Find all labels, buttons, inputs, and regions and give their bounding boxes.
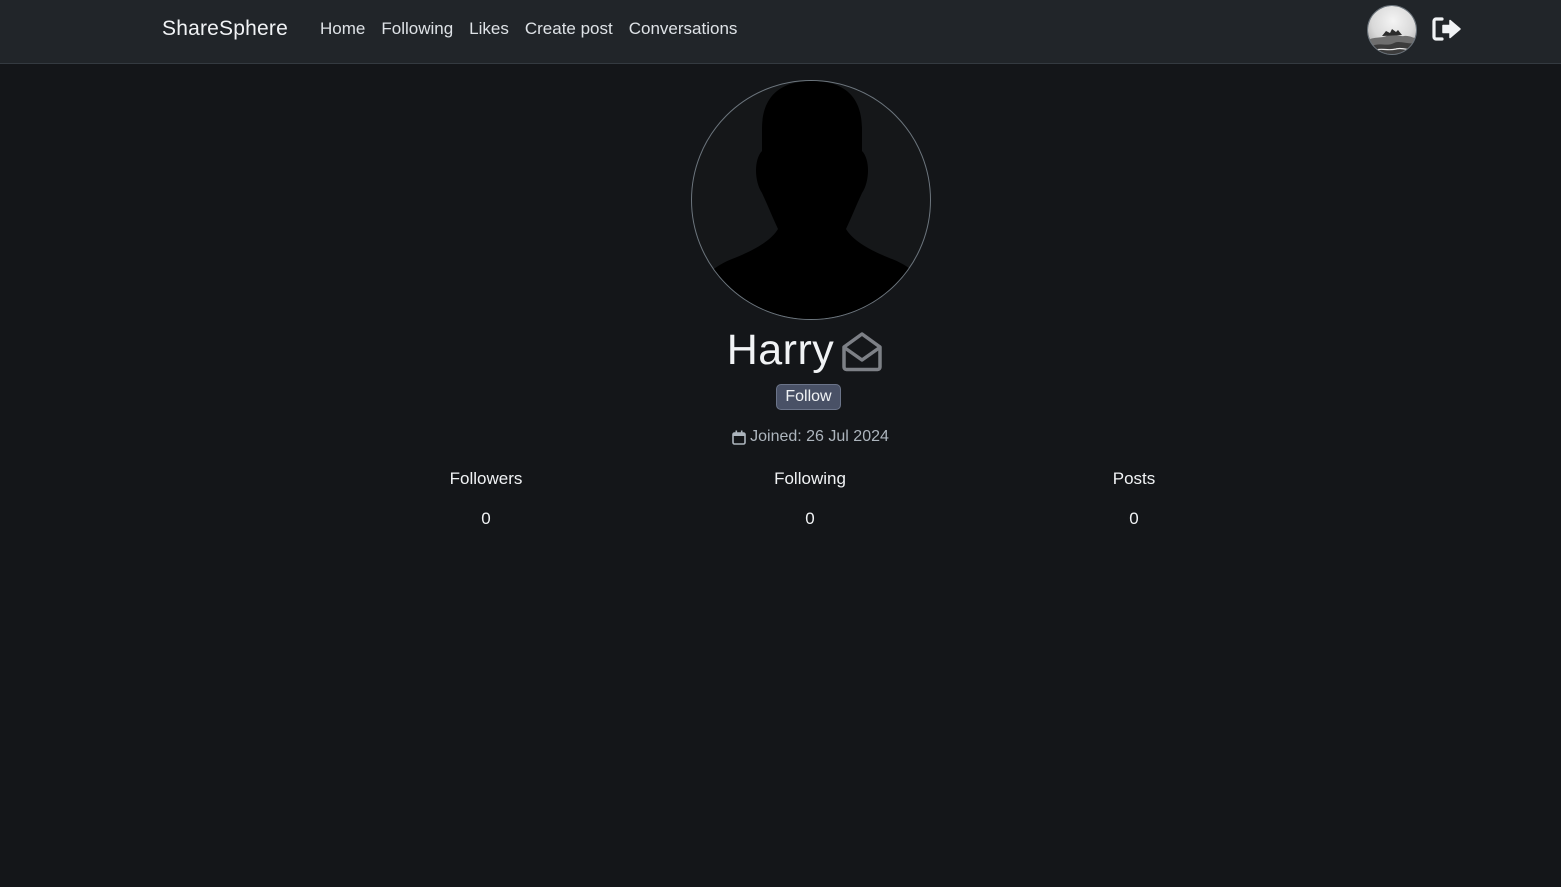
joined-date-text: Joined: 26 Jul 2024 — [750, 428, 889, 445]
brand-logo-link[interactable]: ShareSphere — [162, 17, 288, 41]
joined-date-group: Joined: 26 Jul 2024 — [732, 428, 889, 446]
stat-value: 0 — [1129, 509, 1139, 528]
profile-name: Harry — [726, 326, 835, 374]
top-navbar: ShareSphere Home Following Likes Create … — [0, 0, 1561, 64]
nav-link-likes[interactable]: Likes — [469, 19, 509, 39]
stat-posts[interactable]: Posts 0 — [1034, 468, 1234, 530]
calendar-icon — [732, 430, 746, 445]
stat-following[interactable]: Following 0 — [710, 468, 910, 530]
nav-link-conversations[interactable]: Conversations — [629, 19, 738, 39]
envelope-open-icon[interactable] — [840, 330, 884, 372]
stat-label: Posts — [1112, 469, 1156, 488]
default-user-silhouette — [700, 81, 924, 319]
profile-avatar — [691, 80, 931, 320]
joined-date-row: Joined: 26 Jul 2024 — [0, 428, 1561, 450]
stat-followers[interactable]: Followers 0 — [386, 468, 586, 530]
stat-value: 0 — [805, 509, 815, 528]
nav-link-following[interactable]: Following — [381, 19, 453, 39]
user-avatar-image — [1368, 6, 1416, 54]
nav-link-create-post[interactable]: Create post — [525, 19, 613, 39]
user-avatar[interactable] — [1367, 5, 1417, 55]
stat-label: Following — [774, 469, 846, 488]
nav-links: Home Following Likes Create post Convers… — [320, 19, 737, 39]
nav-link-home[interactable]: Home — [320, 19, 365, 39]
follow-button[interactable]: Follow — [776, 384, 841, 410]
profile-name-group: Harry — [727, 326, 885, 375]
stat-label: Followers — [449, 469, 523, 488]
stat-value: 0 — [481, 509, 491, 528]
sign-out-icon[interactable] — [1432, 16, 1462, 42]
profile-name-row: Harry — [0, 326, 1561, 382]
